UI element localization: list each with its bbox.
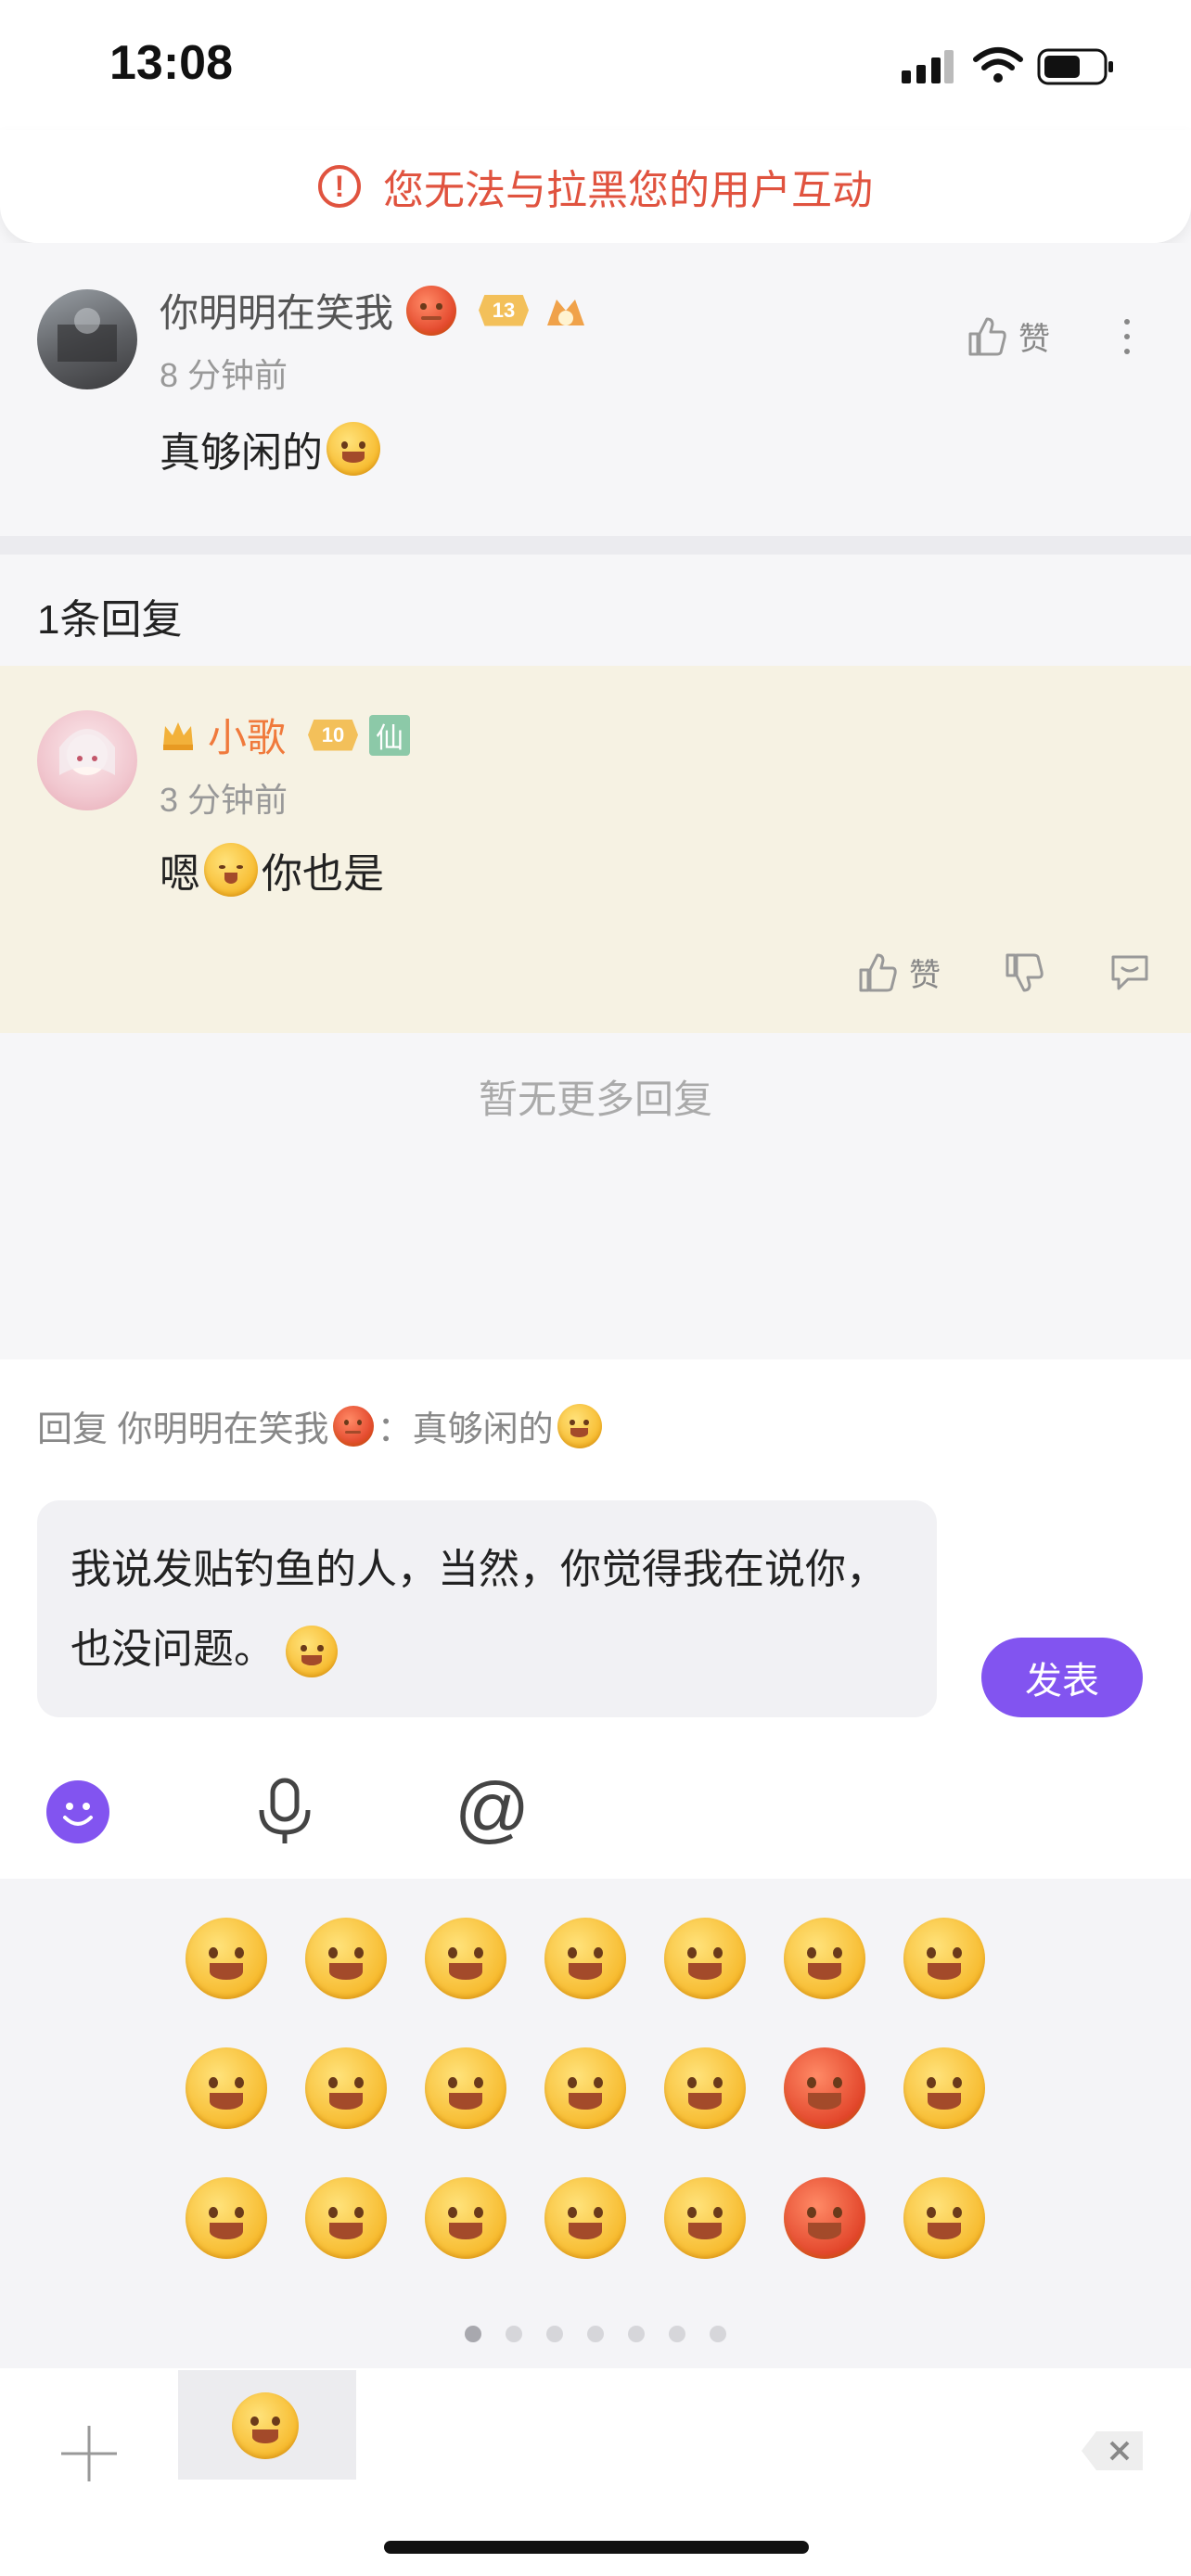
main-comment: 你明明在笑我 13 8 分钟前 真够闲的 赞 <box>0 243 1191 536</box>
reply-input[interactable]: 我说发贴钓鱼的人，当然，你觉得我在说你，也没问题。 <box>37 1500 937 1717</box>
microphone-icon[interactable] <box>252 1777 317 1847</box>
angry-emoji <box>406 285 457 336</box>
like-label: 赞 <box>909 958 941 993</box>
reply-item: 小歌 10 仙 3 分钟前 嗯 你也是 赞 <box>0 666 1191 1033</box>
emoji-option[interactable] <box>305 2177 387 2259</box>
shy-emoji <box>204 843 258 897</box>
battery-icon <box>1037 48 1113 85</box>
emoji-option[interactable] <box>784 2047 865 2129</box>
page-dot[interactable] <box>710 2326 726 2342</box>
reply-to-prefix: 回复 你明明在笑我 <box>37 1410 329 1449</box>
reply-text-after: 你也是 <box>262 851 384 897</box>
emoji-option[interactable] <box>186 2177 267 2259</box>
emoji-option[interactable] <box>544 1918 626 1999</box>
emoji-option[interactable] <box>903 2047 985 2129</box>
status-time: 13:08 <box>109 36 233 90</box>
emoji-option[interactable] <box>664 2047 746 2129</box>
like-label: 赞 <box>1018 322 1050 357</box>
divider <box>0 536 1191 555</box>
home-indicator <box>384 2541 809 2554</box>
no-more-section: 暂无更多回复 <box>0 1033 1191 1359</box>
comment-text: 真够闲的 <box>160 419 380 478</box>
username[interactable]: 小歌 <box>208 707 286 763</box>
reply-comment-button[interactable] <box>1108 950 1152 999</box>
page-dot[interactable] <box>587 2326 604 2342</box>
mention-icon[interactable]: @ <box>455 1767 530 1851</box>
smile-icon <box>232 2392 299 2459</box>
reply-count: 1条回复 <box>37 597 183 643</box>
emoji-option[interactable] <box>425 2047 506 2129</box>
avatar[interactable] <box>37 710 137 810</box>
page-dot[interactable] <box>669 2326 685 2342</box>
emoji-option[interactable] <box>425 2177 506 2259</box>
reply-time: 3 分钟前 <box>160 781 288 819</box>
grin-emoji <box>327 422 380 476</box>
emoji-option[interactable] <box>305 2047 387 2129</box>
emoji-option[interactable] <box>903 2177 985 2259</box>
emoji-option[interactable] <box>186 2047 267 2129</box>
block-warning-banner: ! 您无法与拉黑您的用户互动 <box>0 130 1191 243</box>
page-dot[interactable] <box>506 2326 522 2342</box>
dislike-button[interactable] <box>1002 950 1046 999</box>
page-dot[interactable] <box>628 2326 645 2342</box>
emoji-panel <box>0 1879 1191 2368</box>
signal-icon <box>902 50 954 83</box>
page-dot[interactable] <box>465 2326 481 2342</box>
reply-input-text: 我说发贴钓鱼的人，当然，你觉得我在说你，也没问题。 <box>70 1547 887 1672</box>
level-badge: 13 <box>479 294 530 326</box>
warning-icon: ! <box>318 165 361 208</box>
backspace-icon[interactable] <box>1080 2428 1146 2474</box>
emoji-toggle-icon[interactable] <box>46 1780 109 1843</box>
thumbs-down-icon <box>1005 953 1044 992</box>
emoji-grid <box>186 1918 1020 2259</box>
no-more-replies-text: 暂无更多回复 <box>478 1078 712 1121</box>
like-button[interactable]: 赞 <box>965 313 1050 359</box>
send-button[interactable]: 发表 <box>981 1638 1143 1717</box>
reply-text: 嗯 你也是 <box>160 840 384 899</box>
emoji-option[interactable] <box>664 2177 746 2259</box>
comment-bubble-icon <box>1111 955 1148 990</box>
grin-emoji <box>286 1626 339 1678</box>
avatar[interactable] <box>37 289 137 389</box>
emoji-option[interactable] <box>784 1918 865 1999</box>
page-dot[interactable] <box>546 2326 563 2342</box>
grin-emoji <box>557 1403 602 1448</box>
reply-to-suffix: ：真够闲的 <box>377 1410 554 1449</box>
angry-emoji <box>332 1405 374 1447</box>
comment-text-content: 真够闲的 <box>160 430 323 476</box>
emoji-option[interactable] <box>544 2177 626 2259</box>
username[interactable]: 你明明在笑我 <box>160 282 393 338</box>
wifi-icon <box>973 47 1023 83</box>
emoji-option[interactable] <box>903 1918 985 1999</box>
emoji-option[interactable] <box>305 1918 387 1999</box>
add-icon[interactable] <box>56 2420 122 2487</box>
thumbs-up-icon <box>859 953 897 991</box>
reply-like-button[interactable]: 赞 <box>855 950 941 995</box>
reply-text-before: 嗯 <box>160 851 200 897</box>
emoji-tab-default[interactable] <box>178 2370 356 2480</box>
emoji-option[interactable] <box>784 2177 865 2259</box>
emoji-option[interactable] <box>425 1918 506 1999</box>
reply-composer: 回复 你明明在笑我 ：真够闲的 我说发贴钓鱼的人，当然，你觉得我在说你，也没问题… <box>0 1359 1191 1879</box>
emoji-option[interactable] <box>186 1918 267 1999</box>
status-bar: 13:08 <box>0 0 1191 130</box>
reply-header: 1条回复 <box>0 555 1191 666</box>
crown-icon <box>163 721 193 750</box>
emoji-option[interactable] <box>664 1918 746 1999</box>
comment-time: 8 分钟前 <box>160 356 288 394</box>
reply-to-context: 回复 你明明在笑我 ：真够闲的 <box>37 1400 602 1451</box>
thumbs-up-icon <box>968 317 1006 355</box>
medal-icon <box>547 299 585 325</box>
rank-badge: 仙 <box>369 714 411 756</box>
more-options-icon[interactable] <box>1124 319 1130 354</box>
emoji-option[interactable] <box>544 2047 626 2129</box>
page-indicator <box>0 2326 1191 2342</box>
warning-text: 您无法与拉黑您的用户互动 <box>383 168 873 213</box>
level-badge: 10 <box>308 719 359 751</box>
